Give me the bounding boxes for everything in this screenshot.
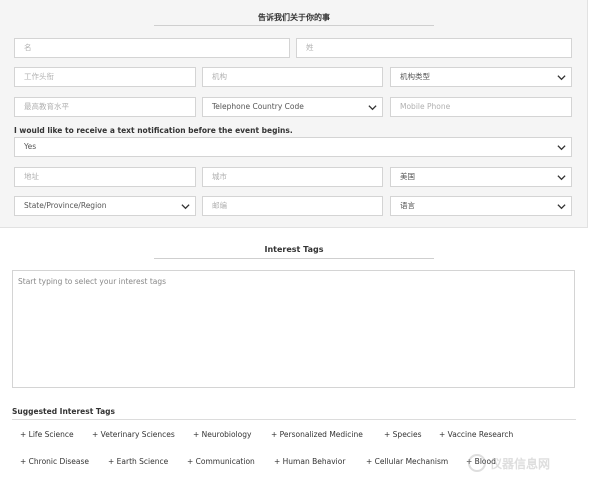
last-name-input[interactable]: 姓 <box>296 38 572 58</box>
about-you-title: 告诉我们关于你的事 <box>258 13 330 22</box>
country-select[interactable]: 美国 <box>390 167 572 187</box>
tag-chronic-disease[interactable]: + Chronic Disease <box>20 457 89 466</box>
watermark-text: 仪器信息网 <box>490 456 551 471</box>
interest-tags-placeholder: Start typing to select your interest tag… <box>18 277 167 286</box>
language-label: 语言 <box>400 201 415 210</box>
education-input[interactable]: 最高教育水平 <box>14 97 196 117</box>
job-title-input[interactable]: 工作头衔 <box>14 67 196 87</box>
chevron-down-icon <box>557 73 566 82</box>
chevron-down-icon <box>181 202 190 211</box>
country-code-select[interactable]: Telephone Country Code <box>202 97 383 117</box>
interest-tags-title-rule <box>154 258 434 259</box>
chevron-down-icon <box>557 202 566 211</box>
institution-type-select[interactable]: 机构类型 <box>390 67 572 87</box>
tag-human-behavior[interactable]: + Human Behavior <box>274 457 345 466</box>
country-label: 美国 <box>400 172 415 181</box>
tag-species[interactable]: + Species <box>384 430 422 439</box>
interest-tags-input[interactable]: Start typing to select your interest tag… <box>12 270 575 388</box>
city-input[interactable]: 城市 <box>202 167 383 187</box>
state-label: State/Province/Region <box>24 201 107 210</box>
tag-communication[interactable]: + Communication <box>187 457 255 466</box>
mobile-phone-input[interactable]: Mobile Phone <box>390 97 572 117</box>
chevron-down-icon <box>557 173 566 182</box>
tag-neurobiology[interactable]: + Neurobiology <box>193 430 251 439</box>
tag-veterinary-sciences[interactable]: + Veterinary Sciences <box>92 430 175 439</box>
sms-notification-value: Yes <box>24 142 37 151</box>
country-code-label: Telephone Country Code <box>212 102 304 111</box>
state-select[interactable]: State/Province/Region <box>14 196 196 216</box>
first-name-input[interactable]: 名 <box>14 38 290 58</box>
interest-tags-title: Interest Tags <box>264 245 324 254</box>
suggested-tags-rule <box>12 419 576 420</box>
tag-earth-science[interactable]: + Earth Science <box>108 457 168 466</box>
suggested-tags-title: Suggested Interest Tags <box>12 407 115 416</box>
tag-cellular-mechanism[interactable]: + Cellular Mechanism <box>366 457 448 466</box>
tag-personalized-medicine[interactable]: + Personalized Medicine <box>271 430 363 439</box>
language-select[interactable]: 语言 <box>390 196 572 216</box>
sms-notification-select[interactable]: Yes <box>14 137 572 157</box>
chevron-down-icon <box>368 103 377 112</box>
watermark: 仪器信息网 <box>468 452 584 474</box>
watermark-logo-icon <box>468 454 486 472</box>
chevron-down-icon <box>557 143 566 152</box>
tag-vaccine-research[interactable]: + Vaccine Research <box>439 430 513 439</box>
address-input[interactable]: 地址 <box>14 167 196 187</box>
postal-code-input[interactable]: 邮编 <box>202 196 383 216</box>
institution-input[interactable]: 机构 <box>202 67 383 87</box>
tag-life-science[interactable]: + Life Science <box>20 430 74 439</box>
sms-question-label: I would like to receive a text notificat… <box>14 126 293 135</box>
institution-type-label: 机构类型 <box>400 72 430 81</box>
about-you-title-rule <box>154 25 434 26</box>
